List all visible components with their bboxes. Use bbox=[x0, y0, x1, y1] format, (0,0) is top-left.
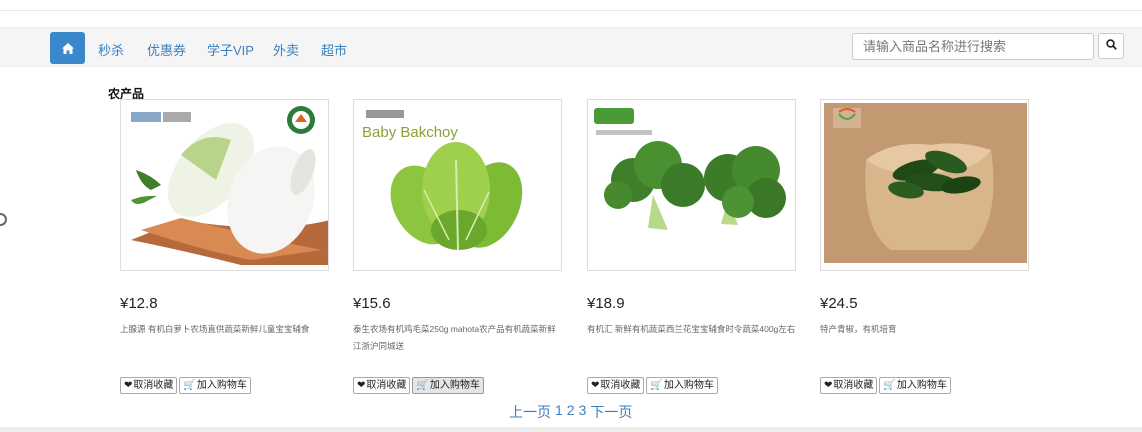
unfavorite-label: 取消收藏 bbox=[833, 380, 874, 391]
product-image-radish[interactable] bbox=[120, 99, 329, 271]
heart-icon: ❤ bbox=[824, 380, 833, 391]
product-price: ¥12.8 bbox=[120, 295, 158, 312]
home-button[interactable] bbox=[50, 32, 85, 64]
cart-icon: 🛒 bbox=[416, 380, 429, 391]
cart-icon: 🛒 bbox=[183, 380, 196, 391]
heart-icon: ❤ bbox=[124, 380, 133, 391]
unfavorite-label: 取消收藏 bbox=[366, 380, 407, 391]
cart-icon: 🛒 bbox=[883, 380, 896, 391]
product-price: ¥24.5 bbox=[820, 295, 858, 312]
product-image-bokchoy[interactable]: Baby Bakchoy bbox=[353, 99, 562, 271]
unfavorite-button[interactable]: ❤ 取消收藏 bbox=[120, 377, 178, 394]
page-link-3[interactable]: 3 bbox=[579, 402, 587, 422]
product-actions: ❤ 取消收藏 🛒 加入购物车 bbox=[353, 377, 486, 394]
unfavorite-button[interactable]: ❤ 取消收藏 bbox=[820, 377, 878, 394]
product-price: ¥15.6 bbox=[353, 295, 391, 312]
product-actions: ❤ 取消收藏 🛒 加入购物车 bbox=[120, 377, 253, 394]
unfavorite-button[interactable]: ❤ 取消收藏 bbox=[353, 377, 411, 394]
nav-link-coupons[interactable]: 优惠券 bbox=[147, 40, 186, 59]
scroll-indicator[interactable] bbox=[0, 213, 7, 226]
next-page-link[interactable]: 下一页 bbox=[590, 402, 632, 422]
home-icon bbox=[61, 42, 74, 54]
product-image-peppers[interactable] bbox=[820, 99, 1029, 271]
add-to-cart-button[interactable]: 🛒 加入购物车 bbox=[412, 377, 484, 394]
add-to-cart-button[interactable]: 🛒 加入购物车 bbox=[646, 377, 718, 394]
add-to-cart-label: 加入购物车 bbox=[896, 380, 947, 391]
product-description[interactable]: 特产青椒，有机培育 bbox=[820, 321, 1030, 338]
image-caption: Baby Bakchoy bbox=[362, 124, 458, 141]
search-icon bbox=[1105, 37, 1117, 55]
nav-link-supermarket[interactable]: 超市 bbox=[321, 40, 347, 59]
navbar: 秒杀 优惠券 学子VIP 外卖 超市 bbox=[0, 27, 1142, 67]
page-link-1[interactable]: 1 bbox=[555, 402, 563, 422]
nav-link-student-vip[interactable]: 学子VIP bbox=[207, 40, 254, 59]
nav-link-seckill[interactable]: 秒杀 bbox=[98, 40, 124, 59]
product-actions: ❤ 取消收藏 🛒 加入购物车 bbox=[820, 377, 953, 394]
top-divider bbox=[0, 10, 1142, 11]
add-to-cart-label: 加入购物车 bbox=[196, 380, 247, 391]
product-actions: ❤ 取消收藏 🛒 加入购物车 bbox=[587, 377, 720, 394]
search-button[interactable] bbox=[1098, 33, 1124, 59]
unfavorite-button[interactable]: ❤ 取消收藏 bbox=[587, 377, 645, 394]
add-to-cart-label: 加入购物车 bbox=[429, 380, 480, 391]
product-description[interactable]: 泰生农场有机鸡毛菜250g mahota农产品有机蔬菜新鲜江浙沪同城送 bbox=[353, 321, 563, 355]
product-price: ¥18.9 bbox=[587, 295, 625, 312]
nav-link-takeout[interactable]: 外卖 bbox=[273, 40, 299, 59]
add-to-cart-button[interactable]: 🛒 加入购物车 bbox=[179, 377, 251, 394]
bottom-divider bbox=[0, 427, 1142, 432]
product-description[interactable]: 上腺源 有机白萝卜农场直供蔬菜新鲜儿童宝宝辅食 bbox=[120, 321, 330, 338]
cart-icon: 🛒 bbox=[650, 380, 663, 391]
search-input[interactable] bbox=[852, 33, 1094, 60]
add-to-cart-button[interactable]: 🛒 加入购物车 bbox=[879, 377, 951, 394]
heart-icon: ❤ bbox=[357, 380, 366, 391]
prev-page-link[interactable]: 上一页 bbox=[509, 402, 551, 422]
unfavorite-label: 取消收藏 bbox=[600, 380, 641, 391]
add-to-cart-label: 加入购物车 bbox=[663, 380, 714, 391]
unfavorite-label: 取消收藏 bbox=[133, 380, 174, 391]
product-description[interactable]: 有机汇 新鲜有机蔬菜西兰花宝宝辅食时令蔬菜400g左右 bbox=[587, 321, 797, 338]
pagination: 上一页 1 2 3 下一页 bbox=[509, 402, 632, 422]
product-image-broccoli[interactable] bbox=[587, 99, 796, 271]
heart-icon: ❤ bbox=[591, 380, 600, 391]
page-link-2[interactable]: 2 bbox=[567, 402, 575, 422]
